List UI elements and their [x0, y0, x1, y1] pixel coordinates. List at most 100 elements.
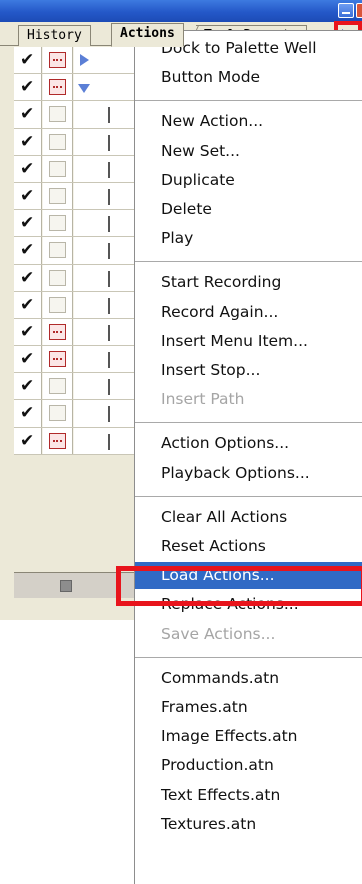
menu-item-frames-atn[interactable]: Frames.atn	[135, 694, 362, 721]
toggle-item-cell[interactable]: ✔	[14, 291, 42, 318]
checkmark-icon: ✔	[20, 213, 35, 234]
menu-item-reset-actions[interactable]: Reset Actions	[135, 533, 362, 560]
checkmark-icon: ✔	[20, 376, 35, 397]
dialog-icon	[49, 378, 66, 395]
tab-history[interactable]: History	[18, 25, 91, 46]
action-row[interactable]: ✔	[14, 182, 134, 211]
menu-item-insert-path: Insert Path	[161, 390, 245, 409]
stop-playing-button[interactable]	[60, 580, 72, 592]
action-row[interactable]: ✔	[14, 74, 134, 102]
action-name-cell[interactable]	[74, 47, 134, 74]
dialog-toggle-cell[interactable]	[43, 264, 73, 291]
action-name-cell[interactable]	[74, 210, 134, 237]
dialog-toggle-cell[interactable]	[43, 373, 73, 400]
action-row[interactable]: ✔	[14, 47, 134, 75]
menu-item-new-action[interactable]: New Action...	[135, 108, 362, 135]
menu-item-insert-menu-item[interactable]: Insert Menu Item...	[135, 328, 362, 355]
dialog-toggle-cell[interactable]	[43, 128, 73, 155]
action-row[interactable]: ✔	[14, 128, 134, 156]
menu-item-text-effects-atn[interactable]: Text Effects.atn	[135, 782, 362, 809]
action-name-cell[interactable]	[74, 128, 134, 155]
dialog-toggle-cell[interactable]	[43, 182, 73, 210]
action-name-cell[interactable]	[74, 237, 134, 264]
menu-item-duplicate[interactable]: Duplicate	[135, 167, 362, 194]
menu-item-image-effects-atn[interactable]: Image Effects.atn	[135, 723, 362, 750]
action-row[interactable]: ✔	[14, 346, 134, 374]
close-button[interactable]	[356, 3, 362, 18]
checkmark-icon: ✔	[20, 104, 35, 125]
action-row[interactable]: ✔	[14, 400, 134, 428]
menu-item-delete[interactable]: Delete	[135, 196, 362, 223]
action-name-cell[interactable]	[74, 318, 134, 346]
collapse-triangle-icon[interactable]	[78, 84, 90, 94]
action-name-cell[interactable]	[74, 101, 134, 128]
tree-line	[108, 379, 110, 396]
toggle-item-cell[interactable]: ✔	[14, 210, 42, 237]
menu-item-play[interactable]: Play	[135, 225, 362, 252]
menu-item-commands-atn[interactable]: Commands.atn	[135, 665, 362, 692]
action-name-cell[interactable]	[74, 291, 134, 318]
toggle-item-cell[interactable]: ✔	[14, 427, 42, 454]
checkmark-icon: ✔	[20, 430, 35, 451]
action-name-cell[interactable]	[74, 155, 134, 182]
action-row[interactable]: ✔	[14, 155, 134, 183]
toggle-item-cell[interactable]: ✔	[14, 264, 42, 291]
toggle-item-cell[interactable]: ✔	[14, 74, 42, 101]
action-name-cell[interactable]	[74, 400, 134, 427]
menu-item-action-options[interactable]: Action Options...	[135, 430, 362, 457]
dialog-icon	[49, 106, 66, 123]
action-row[interactable]: ✔	[14, 264, 134, 292]
menu-item-insert-stop[interactable]: Insert Stop...	[135, 357, 362, 384]
menu-item-production-atn[interactable]: Production.atn	[135, 752, 362, 779]
expand-triangle-icon[interactable]	[80, 54, 89, 66]
toggle-item-cell[interactable]: ✔	[14, 101, 42, 128]
action-row[interactable]: ✔	[14, 101, 134, 129]
action-row[interactable]: ✔	[14, 210, 134, 238]
action-row[interactable]: ✔	[14, 318, 134, 347]
dialog-toggle-cell[interactable]	[43, 346, 73, 373]
menu-item-replace-actions[interactable]: Replace Actions...	[135, 591, 362, 618]
menu-item-new-set[interactable]: New Set...	[135, 138, 362, 165]
toggle-item-cell[interactable]: ✔	[14, 155, 42, 182]
toggle-item-cell[interactable]: ✔	[14, 182, 42, 210]
dialog-toggle-cell[interactable]	[43, 74, 73, 101]
toggle-item-cell[interactable]: ✔	[14, 373, 42, 400]
dialog-toggle-cell[interactable]	[43, 210, 73, 237]
menu-item-start-recording[interactable]: Start Recording	[135, 269, 362, 296]
action-name-cell[interactable]	[74, 182, 134, 210]
dialog-toggle-cell[interactable]	[43, 400, 73, 427]
tab-actions[interactable]: Actions	[111, 23, 184, 47]
dialog-toggle-cell[interactable]	[43, 101, 73, 128]
action-row[interactable]: ✔	[14, 237, 134, 265]
action-row[interactable]: ✔	[14, 291, 134, 319]
toggle-item-cell[interactable]: ✔	[14, 318, 42, 346]
action-name-cell[interactable]	[74, 346, 134, 373]
action-row[interactable]: ✔	[14, 373, 134, 401]
dialog-icon	[49, 351, 66, 368]
toggle-item-cell[interactable]: ✔	[14, 346, 42, 373]
action-name-cell[interactable]	[74, 373, 134, 400]
menu-item-load-actions[interactable]: Load Actions...	[135, 562, 362, 590]
dialog-icon	[49, 405, 66, 422]
minimize-button[interactable]	[338, 3, 354, 18]
action-name-cell[interactable]	[74, 427, 134, 454]
palette-titlebar	[0, 0, 362, 22]
action-row[interactable]: ✔	[14, 427, 134, 455]
dialog-toggle-cell[interactable]	[43, 291, 73, 318]
dialog-toggle-cell[interactable]	[43, 155, 73, 182]
dialog-toggle-cell[interactable]	[43, 237, 73, 264]
toggle-item-cell[interactable]: ✔	[14, 128, 42, 155]
dialog-toggle-cell[interactable]	[43, 47, 73, 74]
action-name-cell[interactable]	[74, 264, 134, 291]
menu-item-record-again[interactable]: Record Again...	[135, 299, 362, 326]
toggle-item-cell[interactable]: ✔	[14, 237, 42, 264]
toggle-item-cell[interactable]: ✔	[14, 47, 42, 74]
menu-item-button-mode[interactable]: Button Mode	[135, 64, 362, 91]
dialog-toggle-cell[interactable]	[43, 318, 73, 346]
menu-item-clear-all-actions[interactable]: Clear All Actions	[135, 504, 362, 531]
action-name-cell[interactable]	[74, 74, 134, 101]
menu-item-textures-atn[interactable]: Textures.atn	[135, 811, 362, 838]
dialog-toggle-cell[interactable]	[43, 427, 73, 454]
toggle-item-cell[interactable]: ✔	[14, 400, 42, 427]
menu-item-playback-options[interactable]: Playback Options...	[135, 460, 362, 487]
